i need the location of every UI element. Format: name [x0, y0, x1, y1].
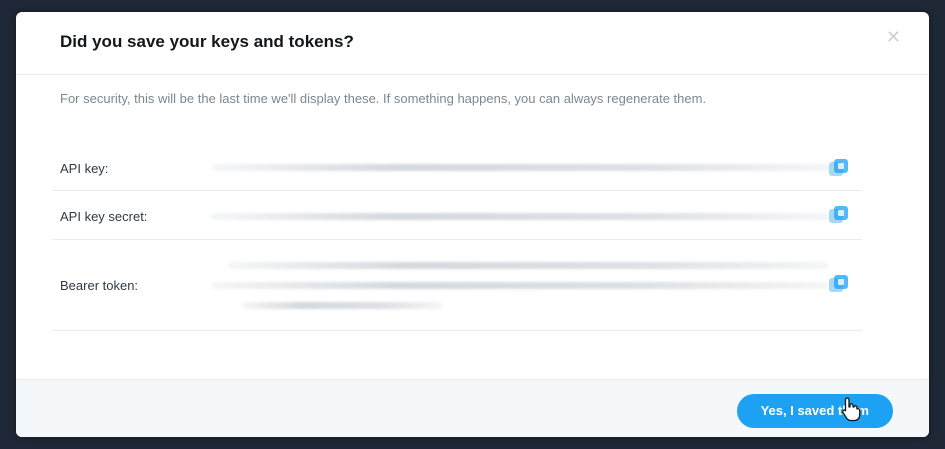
bearer-token-label: Bearer token: [60, 278, 139, 293]
dialog-footer: Yes, I saved them [16, 379, 929, 437]
copy-icon[interactable] [828, 205, 850, 225]
api-key-secret-value-redacted [210, 213, 830, 220]
dialog-description: For security, this will be the last time… [60, 91, 707, 106]
copy-icon[interactable] [828, 158, 850, 178]
bearer-token-value-redacted-line-1 [228, 262, 828, 269]
dialog-title: Did you save your keys and tokens? [60, 32, 354, 51]
credential-row-api-key-secret: API key secret: [52, 191, 862, 240]
api-key-secret-label: API key secret: [60, 209, 148, 224]
copy-icon[interactable] [828, 274, 850, 294]
confirm-saved-button[interactable]: Yes, I saved them [736, 394, 893, 428]
api-key-label: API key: [60, 161, 109, 176]
credential-row-api-key: API key: [52, 144, 862, 191]
bearer-token-value-redacted-line-3 [242, 302, 442, 309]
dialog-header: Did you save your keys and tokens? ✕ [16, 12, 929, 75]
save-keys-dialog: Did you save your keys and tokens? ✕ For… [16, 12, 929, 437]
credential-row-bearer-token: Bearer token: [52, 240, 862, 331]
api-key-value-redacted [212, 164, 832, 171]
hand-pointer-icon [842, 397, 861, 422]
bearer-token-value-redacted-line-2 [212, 282, 828, 289]
close-icon[interactable]: ✕ [886, 28, 901, 46]
